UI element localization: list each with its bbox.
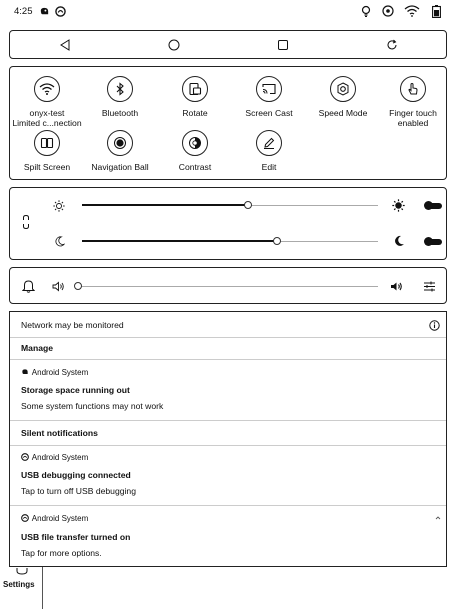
tile-label: Screen Cast (245, 108, 293, 118)
wifi-icon (34, 76, 60, 102)
tile-label: Finger touch enabled (389, 108, 437, 128)
tile-rotate[interactable]: Rotate (158, 76, 232, 118)
tile-label: Navigation Ball (91, 162, 149, 172)
notification-source-label: Android System (31, 514, 89, 523)
wifi-icon (404, 5, 420, 17)
notification-icon (21, 368, 30, 380)
tile-edit[interactable]: Edit (232, 130, 306, 172)
tile-label: Contrast (178, 162, 212, 172)
notification-panel: Network may be monitored Manage Android … (9, 311, 447, 567)
cold-light-toggle[interactable] (424, 237, 442, 246)
notification-title: USB file transfer turned on (21, 532, 131, 542)
notification-title: Storage space running out (21, 385, 130, 395)
tile-speed-mode[interactable]: Speed Mode (306, 76, 380, 118)
notification-title: USB debugging connected (21, 470, 131, 480)
debug-icon (21, 514, 30, 526)
chevron-up-icon[interactable] (434, 514, 442, 522)
manage-header[interactable]: Manage (10, 341, 446, 355)
contrast-icon (182, 130, 208, 156)
tile-navigation-ball[interactable]: Navigation Ball (83, 130, 157, 172)
tile-label: Bluetooth (101, 108, 139, 118)
background-app-area: Settings (0, 567, 456, 609)
speaker-low-icon (51, 280, 65, 292)
notification-icon (39, 5, 51, 17)
tile-label: Edit (261, 162, 277, 172)
warm-light-toggle[interactable] (424, 201, 442, 210)
network-warning-row[interactable]: Network may be monitored (10, 318, 446, 332)
sun-filled-icon (391, 198, 405, 212)
tile-split-screen[interactable]: Spilt Screen (10, 130, 84, 172)
notification-source-label: Android System (31, 368, 89, 377)
back-triangle-icon[interactable] (50, 35, 80, 55)
finger-touch-line1-line2: enabled (397, 118, 429, 128)
notification-source: Android System (10, 513, 446, 525)
home-circle-icon[interactable] (159, 35, 189, 55)
tile-contrast[interactable]: Contrast (158, 130, 232, 172)
frontlight-icon (360, 5, 372, 17)
speed-icon (382, 5, 394, 17)
status-bar: 4:25 (0, 0, 456, 22)
tile-wifi[interactable]: onyx-test Limited c...nection (10, 76, 84, 128)
slider-thumb[interactable] (273, 237, 282, 245)
bell-icon[interactable] (21, 279, 35, 293)
notification-body: Some system functions may not work (21, 401, 164, 411)
settings-label[interactable]: Settings (3, 580, 35, 589)
tile-screen-cast[interactable]: Screen Cast (232, 76, 306, 118)
moon-filled-icon (392, 234, 406, 248)
network-warning-text: Network may be monitored (21, 320, 124, 330)
quick-settings-panel: onyx-test Limited c...nection Bluetooth … (9, 66, 447, 180)
cast-icon (256, 76, 282, 102)
tile-label: Rotate (182, 108, 208, 118)
notification-source-label: Android System (31, 453, 89, 462)
notification-body: Tap for more options. (21, 548, 102, 558)
notification-source: Android System (10, 452, 446, 464)
divider (10, 337, 446, 338)
bluetooth-icon (107, 76, 133, 102)
info-icon[interactable] (428, 319, 440, 331)
debug-icon (55, 5, 67, 17)
divider (10, 445, 446, 446)
status-time: 4:25 (14, 5, 33, 17)
sliders-icon[interactable] (422, 279, 436, 293)
manage-label: Manage (21, 343, 53, 353)
settings-icon[interactable] (15, 567, 29, 577)
divider (10, 420, 446, 421)
link-icon[interactable] (20, 214, 32, 230)
sun-outline-icon (52, 199, 66, 213)
brightness-panel (9, 187, 447, 260)
navigation-bar (9, 30, 447, 59)
slider-track (78, 286, 378, 287)
moon-outline-icon (52, 234, 66, 248)
slider-fill (82, 240, 278, 242)
notification-body: Tap to turn off USB debugging (21, 486, 136, 496)
wifi-ssid-line2: Limited c...nection (12, 118, 82, 128)
rotate-icon (182, 76, 208, 102)
split-screen-icon (34, 130, 60, 156)
divider (10, 359, 446, 360)
wifi-ssid: onyx-test (29, 108, 65, 118)
volume-panel (9, 267, 447, 304)
speed-mode-icon (330, 76, 356, 102)
notification-source: Android System (10, 367, 446, 379)
divider (42, 567, 43, 609)
recents-square-icon[interactable] (268, 35, 298, 55)
edit-icon (256, 130, 282, 156)
speaker-high-icon (390, 280, 404, 292)
finger-touch-line1: Finger touch (389, 108, 437, 118)
battery-icon (430, 4, 442, 18)
tile-bluetooth[interactable]: Bluetooth (83, 76, 157, 118)
slider-thumb[interactable] (74, 282, 82, 290)
tile-label: Speed Mode (318, 108, 368, 118)
silent-notifications-header: Silent notifications (21, 428, 98, 438)
refresh-icon[interactable] (377, 35, 407, 55)
slider-thumb[interactable] (243, 201, 252, 209)
finger-touch-icon (400, 76, 426, 102)
tile-finger-touch[interactable]: Finger touch enabled (376, 76, 450, 128)
navigation-ball-icon (107, 130, 133, 156)
tile-label: onyx-test Limited c...nection (12, 108, 81, 128)
debug-icon (21, 453, 30, 465)
tile-label: Spilt Screen (23, 162, 71, 172)
divider (10, 505, 446, 506)
slider-fill (82, 204, 248, 206)
